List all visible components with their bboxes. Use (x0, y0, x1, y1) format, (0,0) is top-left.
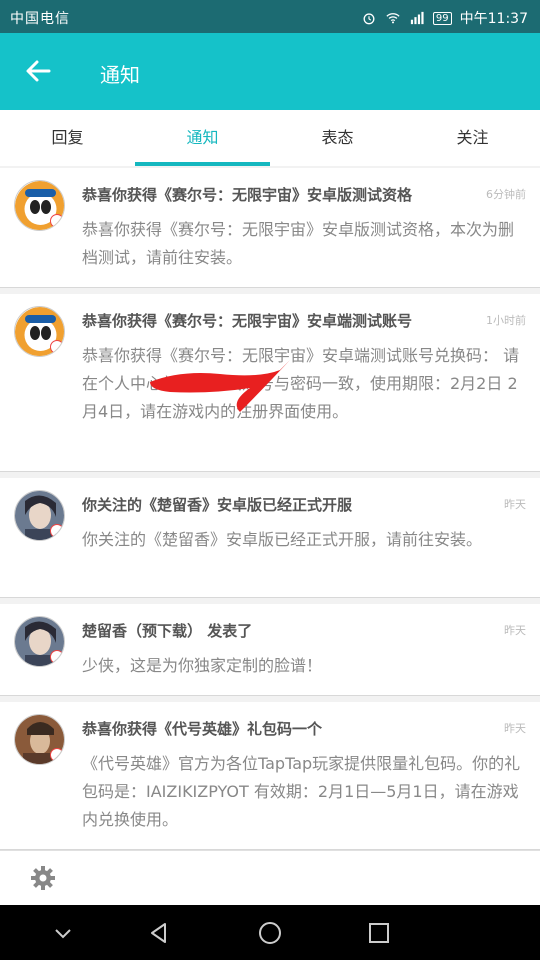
notification-title: 恭喜你获得《代号英雄》礼包码一个 (82, 720, 323, 738)
badge-icon (50, 340, 64, 354)
alarm-icon (363, 13, 375, 25)
system-nav-bar (0, 905, 540, 960)
notification-time: 昨天 (504, 498, 526, 511)
notification-item[interactable]: 恭喜你获得《代号英雄》礼包码一个 昨天 《代号英雄》官方为各位TapTap玩家提… (0, 702, 540, 850)
notification-body: 你关注的《楚留香》安卓版已经正式开服，请前往安装。 (82, 530, 483, 549)
redaction-scribble (150, 360, 290, 412)
badge-icon (50, 214, 64, 228)
notification-body: 少侠，这是为你独家定制的脸谱！ (82, 656, 323, 675)
status-bar: 中国电信 99 中午11:37 (0, 0, 540, 33)
page-title: 通知 (100, 63, 140, 87)
notification-title: 恭喜你获得《赛尔号：无限宇宙》安卓端测试账号 (82, 312, 413, 330)
nav-home-icon[interactable] (256, 919, 284, 947)
notification-list: 恭喜你获得《赛尔号：无限宇宙》安卓版测试资格 6分钟前 恭喜你获得《赛尔号：无限… (0, 168, 540, 850)
notification-time: 昨天 (504, 722, 526, 735)
seer-avatar[interactable] (14, 306, 65, 357)
tab-reactions[interactable]: 表态 (270, 110, 405, 166)
gear-icon[interactable] (30, 865, 56, 891)
carrier-label: 中国电信 (10, 11, 70, 27)
notification-body: 恭喜你获得《赛尔号：无限宇宙》安卓版测试资格，本次为删档测试，请前往安装。 (82, 220, 515, 267)
tab-replies[interactable]: 回复 (0, 110, 135, 166)
status-icons: 99 中午11:37 (361, 8, 528, 28)
notification-time: 1小时前 (486, 314, 526, 327)
notification-title: 你关注的《楚留香》安卓版已经正式开服 (82, 496, 353, 514)
app-bar: 通知 (0, 33, 540, 110)
notification-title: 楚留香（预下载） 发表了 (82, 622, 253, 640)
tab-notifications[interactable]: 通知 (135, 110, 270, 166)
notification-item[interactable]: 恭喜你获得《赛尔号：无限宇宙》安卓版测试资格 6分钟前 恭喜你获得《赛尔号：无限… (0, 168, 540, 288)
settings-bar (0, 850, 540, 905)
seer-avatar[interactable] (14, 180, 65, 231)
notification-item[interactable]: 楚留香（预下载） 发表了 昨天 少侠，这是为你独家定制的脸谱！ (0, 604, 540, 696)
chuliuxiang-avatar[interactable] (14, 616, 65, 667)
battery-icon: 99 (432, 11, 452, 25)
signal-icon (410, 11, 424, 25)
chevron-down-icon[interactable] (49, 919, 77, 947)
tab-bar: 回复 通知 表态 关注 (0, 110, 540, 166)
codename-hero-avatar[interactable] (14, 714, 65, 765)
notification-time: 昨天 (504, 624, 526, 637)
clock: 中午11:37 (459, 11, 528, 27)
badge-icon (50, 748, 64, 762)
nav-back-icon[interactable] (145, 919, 173, 947)
notification-time: 6分钟前 (486, 188, 526, 201)
chuliuxiang-avatar[interactable] (14, 490, 65, 541)
notification-body: 《代号英雄》官方为各位TapTap玩家提供限量礼包码。你的礼包码是：IAIZIK… (82, 754, 521, 829)
notification-title: 恭喜你获得《赛尔号：无限宇宙》安卓版测试资格 (82, 186, 413, 204)
badge-icon (50, 650, 64, 664)
badge-icon (50, 524, 64, 538)
tab-following[interactable]: 关注 (405, 110, 540, 166)
nav-recents-icon[interactable] (365, 919, 393, 947)
notification-item[interactable]: 你关注的《楚留香》安卓版已经正式开服 昨天 你关注的《楚留香》安卓版已经正式开服… (0, 478, 540, 598)
back-arrow-icon[interactable] (22, 55, 54, 87)
wifi-icon (386, 13, 400, 24)
